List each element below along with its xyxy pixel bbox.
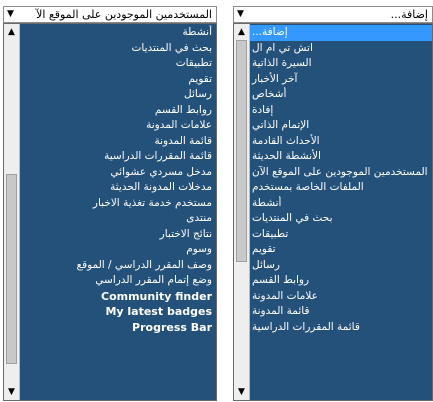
list-item[interactable]: تقويم (20, 72, 216, 88)
list-item[interactable]: أنشطة (250, 196, 432, 212)
scroll-down-arrow-icon[interactable]: ▼ (4, 384, 19, 400)
list-item[interactable]: مدخلات المدونة الحديثة (20, 180, 216, 196)
list-item[interactable]: قائمة المقررات الدراسية (250, 320, 432, 336)
list-item[interactable]: رسائل (20, 87, 216, 103)
list-item[interactable]: تطبيقات (20, 56, 216, 72)
left-scrollbar[interactable]: ▲ ▼ (4, 24, 20, 400)
list-item[interactable]: الأحداث القادمة (250, 134, 432, 150)
right-options-list[interactable]: ▲ ▼ إضافة... اتش تي ام ال السيرة الذاتية… (233, 23, 433, 401)
list-item[interactable]: أشخاص (250, 87, 432, 103)
left-scroll-thumb[interactable] (6, 174, 17, 364)
list-item[interactable]: رسائل (250, 258, 432, 274)
list-item[interactable]: السيرة الذاتية (250, 56, 432, 72)
list-item[interactable]: بحث في المنتديات (20, 41, 216, 57)
scroll-up-arrow-icon[interactable]: ▲ (4, 24, 19, 40)
triangle-down-icon[interactable]: ▼ (7, 7, 14, 22)
blocks-dropdown-right[interactable]: ▼ إضافة... ▲ ▼ إضافة... اتش تي ام ال الس… (233, 6, 433, 401)
list-item[interactable]: أنشطة (20, 25, 216, 41)
right-scrollbar[interactable]: ▲ ▼ (234, 24, 250, 400)
list-item[interactable]: Progress Bar (20, 320, 216, 336)
list-item[interactable]: Community finder (20, 289, 216, 305)
triangle-down-icon[interactable]: ▼ (237, 7, 244, 22)
list-item[interactable]: وصف المقرر الدراسي / الموقع (20, 258, 216, 274)
list-item[interactable]: منتدى (20, 211, 216, 227)
list-item[interactable]: المستخدمين الموجودين على الموقع الآن (250, 165, 432, 181)
left-select-value: المستخدمين الموجودين على الموقع الآ (36, 8, 212, 21)
list-item[interactable]: نتائج الاختبار (20, 227, 216, 243)
list-item[interactable]: آخر الأخبار (250, 72, 432, 88)
list-item[interactable]: قائمة المدونة (20, 134, 216, 150)
right-select-box[interactable]: ▼ إضافة... (233, 6, 433, 23)
scroll-up-arrow-icon[interactable]: ▲ (234, 24, 249, 40)
right-scroll-thumb[interactable] (236, 40, 247, 262)
list-item[interactable]: اتش تي ام ال (250, 41, 432, 57)
blocks-dropdown-left[interactable]: ▼ المستخدمين الموجودين على الموقع الآ ▲ … (3, 6, 217, 401)
list-item[interactable]: علامات المدونة (20, 118, 216, 134)
list-item[interactable]: روابط القسم (250, 273, 432, 289)
list-item[interactable]: تطبيقات (250, 227, 432, 243)
right-select-value: إضافة... (390, 8, 428, 21)
list-item[interactable]: تقويم (250, 242, 432, 258)
list-item[interactable]: وسوم (20, 242, 216, 258)
list-item[interactable]: علامات المدونة (250, 289, 432, 305)
list-item[interactable]: مستخدم خدمة تغذية الاخبار (20, 196, 216, 212)
list-item-selected[interactable]: إضافة... (250, 25, 432, 41)
list-item[interactable]: My latest badges (20, 304, 216, 320)
list-item[interactable]: بحث في المنتديات (250, 211, 432, 227)
list-item[interactable]: روابط القسم (20, 103, 216, 119)
list-item[interactable]: وضع إتمام المقرر الدراسي (20, 273, 216, 289)
list-item[interactable]: مدخل مسردي عشوائي (20, 165, 216, 181)
list-item[interactable]: قائمة المقررات الدراسية (20, 149, 216, 165)
left-items: أنشطة بحث في المنتديات تطبيقات تقويم رسا… (20, 25, 216, 335)
list-item[interactable]: الإتمام الذاتي (250, 118, 432, 134)
list-item[interactable]: الأنشطة الحديثة (250, 149, 432, 165)
list-item[interactable]: الملفات الخاصة بمستخدم (250, 180, 432, 196)
scroll-down-arrow-icon[interactable]: ▼ (234, 384, 249, 400)
list-item[interactable]: قائمة المدونة (250, 304, 432, 320)
left-options-list[interactable]: ▲ ▼ أنشطة بحث في المنتديات تطبيقات تقويم… (3, 23, 217, 401)
left-select-box[interactable]: ▼ المستخدمين الموجودين على الموقع الآ (3, 6, 217, 23)
list-item[interactable]: إفادة (250, 103, 432, 119)
right-items: إضافة... اتش تي ام ال السيرة الذاتية آخر… (250, 25, 432, 335)
